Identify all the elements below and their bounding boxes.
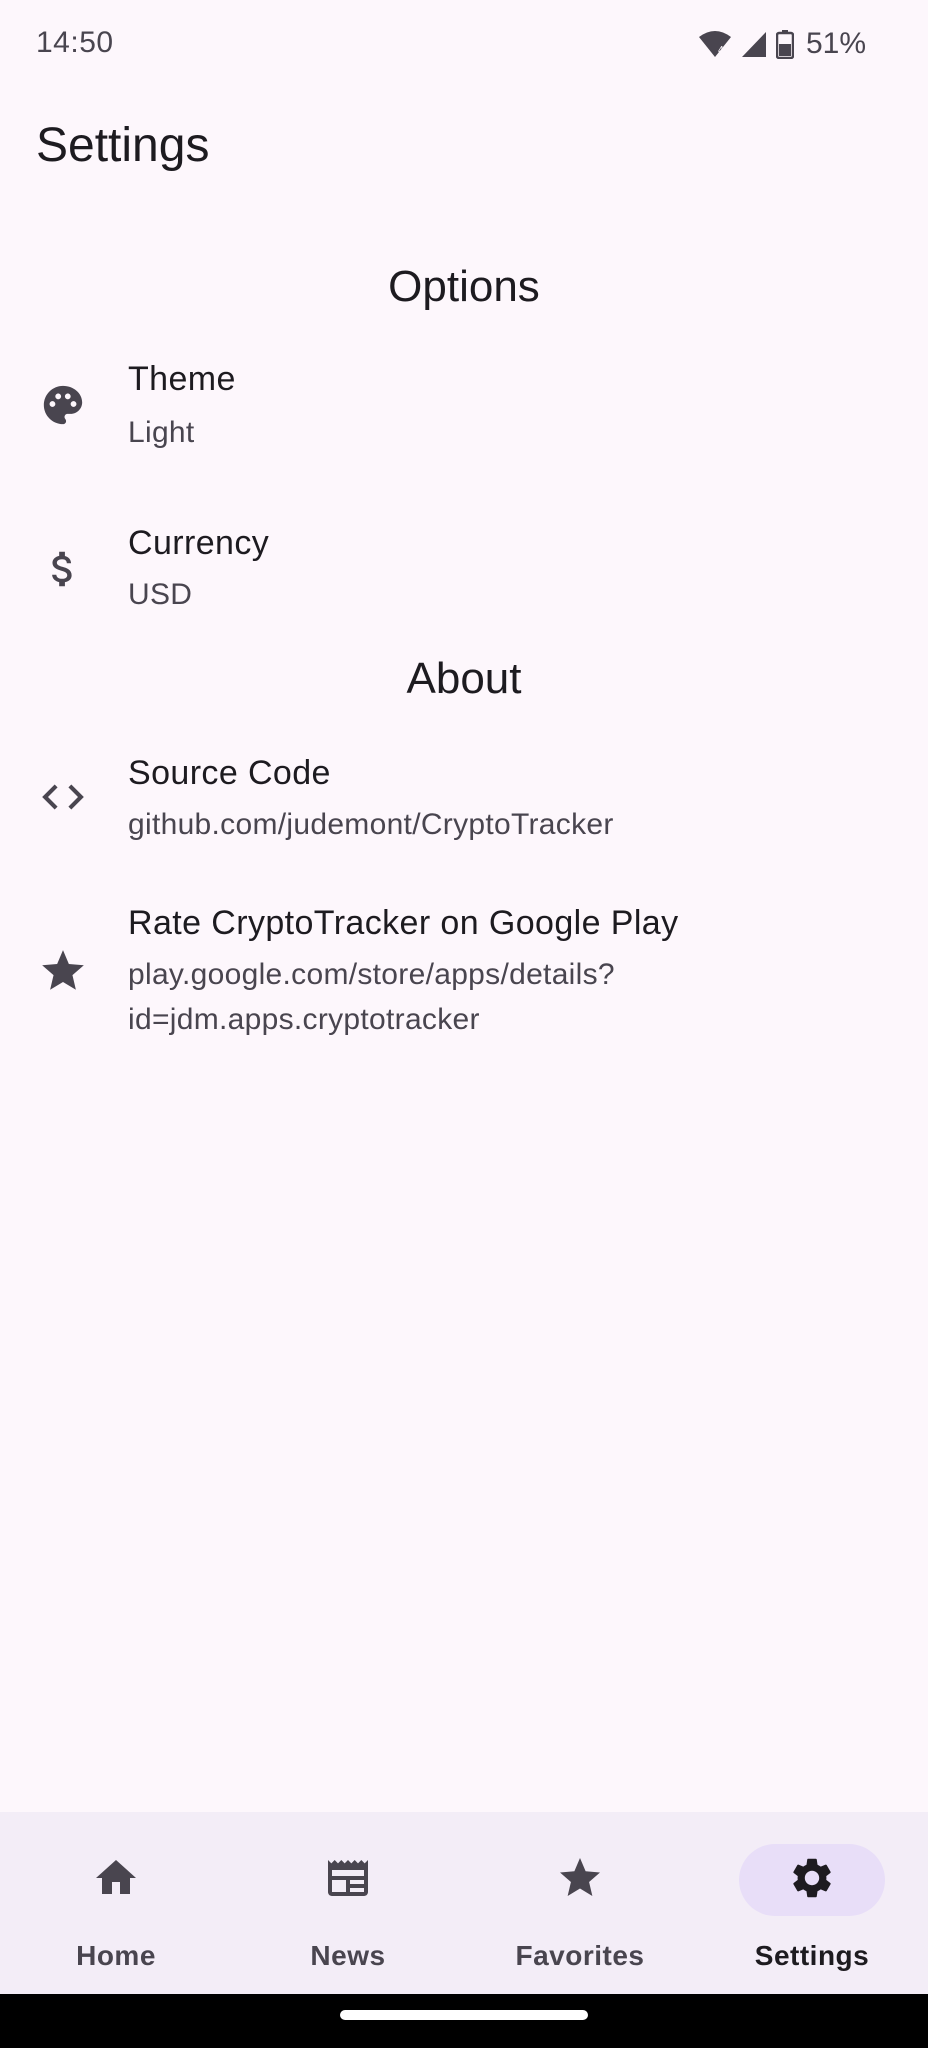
settings-item-title: Currency <box>128 524 270 562</box>
nav-indicator <box>275 1844 421 1916</box>
nav-item-news[interactable]: News <box>232 1812 464 1994</box>
nav-indicator <box>507 1844 653 1916</box>
settings-item-rate-app[interactable]: Rate CryptoTracker on Google Play play.g… <box>0 896 928 1046</box>
star-icon <box>36 944 90 998</box>
gesture-handle[interactable] <box>340 2010 588 2020</box>
bottom-navigation: Home News Favorites Settings <box>0 1812 928 1994</box>
system-gesture-bar <box>0 1994 928 2048</box>
settings-item-title: Rate CryptoTracker on Google Play <box>128 904 679 942</box>
settings-item-theme[interactable]: Theme Light <box>0 352 928 502</box>
code-icon <box>36 770 90 824</box>
nav-item-settings[interactable]: Settings <box>696 1812 928 1994</box>
nav-indicator-active <box>739 1844 885 1916</box>
settings-item-link-line2: id=jdm.apps.cryptotracker <box>128 1003 480 1036</box>
status-icons: 4 51% <box>698 26 866 62</box>
cell-signal-icon <box>740 29 768 59</box>
settings-item-source-code[interactable]: Source Code github.com/judemont/CryptoTr… <box>0 746 928 886</box>
nav-label: News <box>310 1940 386 1971</box>
status-bar: 14:50 4 51% <box>0 0 928 90</box>
battery-percentage: 51% <box>805 27 866 60</box>
page-title: Settings <box>36 119 210 172</box>
nav-item-favorites[interactable]: Favorites <box>464 1812 696 1994</box>
status-time: 14:50 <box>36 26 114 59</box>
star-icon <box>556 1854 604 1907</box>
wifi-icon: 4 <box>698 29 732 59</box>
nav-indicator <box>43 1844 189 1916</box>
settings-item-value: USD <box>128 578 193 611</box>
nav-label: Favorites <box>515 1940 645 1971</box>
section-header-about: About <box>406 654 522 703</box>
settings-item-link: github.com/judemont/CryptoTracker <box>128 808 614 841</box>
settings-item-title: Source Code <box>128 754 331 792</box>
battery-icon <box>775 29 794 59</box>
palette-icon <box>36 378 90 432</box>
settings-item-currency[interactable]: Currency USD <box>0 516 928 646</box>
nav-label: Home <box>76 1940 156 1971</box>
dollar-icon <box>36 542 90 596</box>
section-header-options: Options <box>388 262 540 311</box>
nav-label: Settings <box>754 1940 870 1971</box>
home-icon <box>92 1854 140 1907</box>
settings-item-title: Theme <box>128 360 236 398</box>
settings-item-link-line1: play.google.com/store/apps/details? <box>128 958 615 991</box>
settings-item-value: Light <box>128 416 195 449</box>
svg-text:4: 4 <box>718 45 724 56</box>
nav-item-home[interactable]: Home <box>0 1812 232 1994</box>
news-icon <box>324 1854 372 1907</box>
gear-icon <box>788 1854 836 1907</box>
